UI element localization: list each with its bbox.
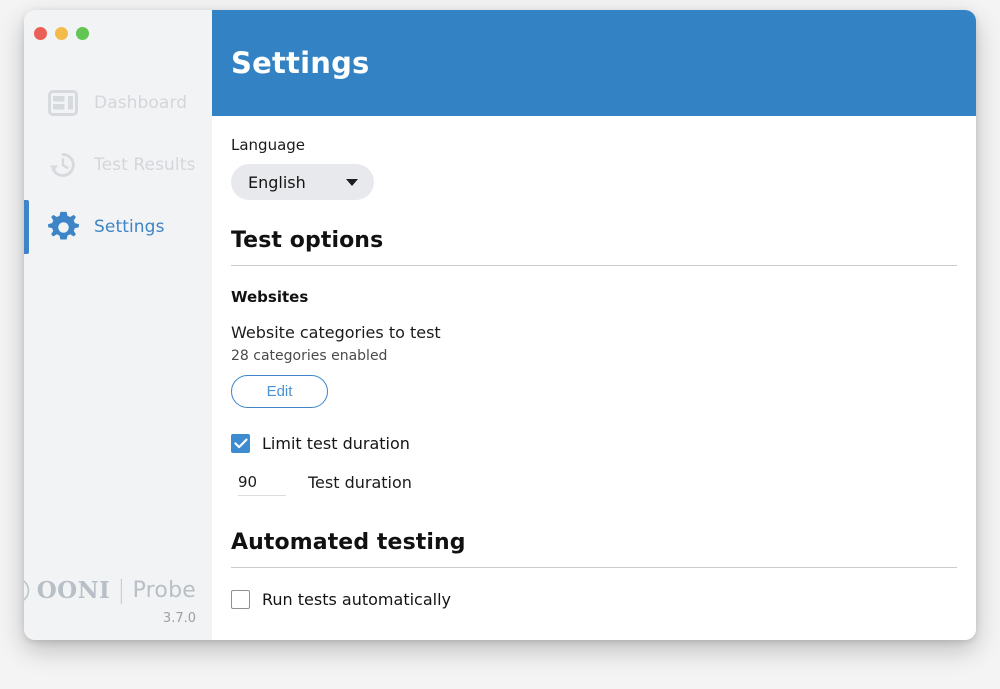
automated-testing-title: Automated testing	[231, 530, 957, 555]
test-duration-label: Test duration	[308, 473, 412, 496]
language-select[interactable]: English	[231, 164, 374, 200]
sidebar: Dashboard Test Results	[24, 10, 212, 640]
test-duration-input[interactable]: 90	[238, 475, 286, 496]
brand-name: OONI	[37, 577, 110, 604]
app-window: Dashboard Test Results	[24, 10, 976, 640]
app-version: 3.7.0	[163, 611, 196, 626]
brand-separator: |	[117, 577, 125, 602]
content-area: Settings Language English Test options W…	[212, 10, 976, 640]
section-divider	[231, 567, 957, 568]
sidebar-item-label: Test Results	[94, 155, 195, 175]
ooni-probe-logo: OONI | Probe	[24, 577, 196, 604]
gear-icon	[46, 210, 80, 244]
sidebar-item-label: Dashboard	[94, 93, 187, 113]
website-categories-title: Website categories to test	[231, 323, 957, 342]
website-categories-count: 28 categories enabled	[231, 348, 957, 364]
minimize-button[interactable]	[55, 27, 68, 40]
test-options-title: Test options	[231, 228, 957, 253]
run-tests-automatically-label: Run tests automatically	[262, 590, 451, 609]
checkmark-icon	[234, 438, 248, 449]
brand-product: Probe	[133, 578, 196, 603]
limit-test-duration-label: Limit test duration	[262, 434, 410, 453]
active-indicator	[24, 200, 29, 254]
test-duration-row: 90 Test duration	[231, 473, 957, 496]
sidebar-item-dashboard[interactable]: Dashboard	[24, 72, 212, 134]
sidebar-nav: Dashboard Test Results	[24, 72, 212, 258]
close-button[interactable]	[34, 27, 47, 40]
limit-test-duration-row[interactable]: Limit test duration	[231, 434, 957, 453]
active-indicator	[24, 138, 29, 192]
page-header: Settings	[212, 10, 976, 116]
sidebar-item-label: Settings	[94, 217, 165, 237]
dashboard-icon	[46, 86, 80, 120]
sidebar-item-test-results[interactable]: Test Results	[24, 134, 212, 196]
limit-test-duration-checkbox[interactable]	[231, 434, 250, 453]
section-divider	[231, 265, 957, 266]
window-controls	[34, 27, 89, 40]
language-select-value: English	[248, 173, 306, 192]
run-tests-automatically-row[interactable]: Run tests automatically	[231, 590, 957, 609]
language-label: Language	[231, 136, 957, 154]
settings-body: Language English Test options Websites W…	[212, 116, 976, 640]
active-indicator	[24, 76, 29, 130]
page-title: Settings	[231, 46, 370, 80]
sidebar-item-settings[interactable]: Settings	[24, 196, 212, 258]
ooni-emblem-icon	[24, 577, 30, 604]
run-tests-automatically-checkbox[interactable]	[231, 590, 250, 609]
websites-subtitle: Websites	[231, 288, 957, 306]
history-clock-icon	[46, 148, 80, 182]
edit-categories-button[interactable]: Edit	[231, 375, 328, 408]
chevron-down-icon	[346, 179, 358, 186]
zoom-button[interactable]	[76, 27, 89, 40]
